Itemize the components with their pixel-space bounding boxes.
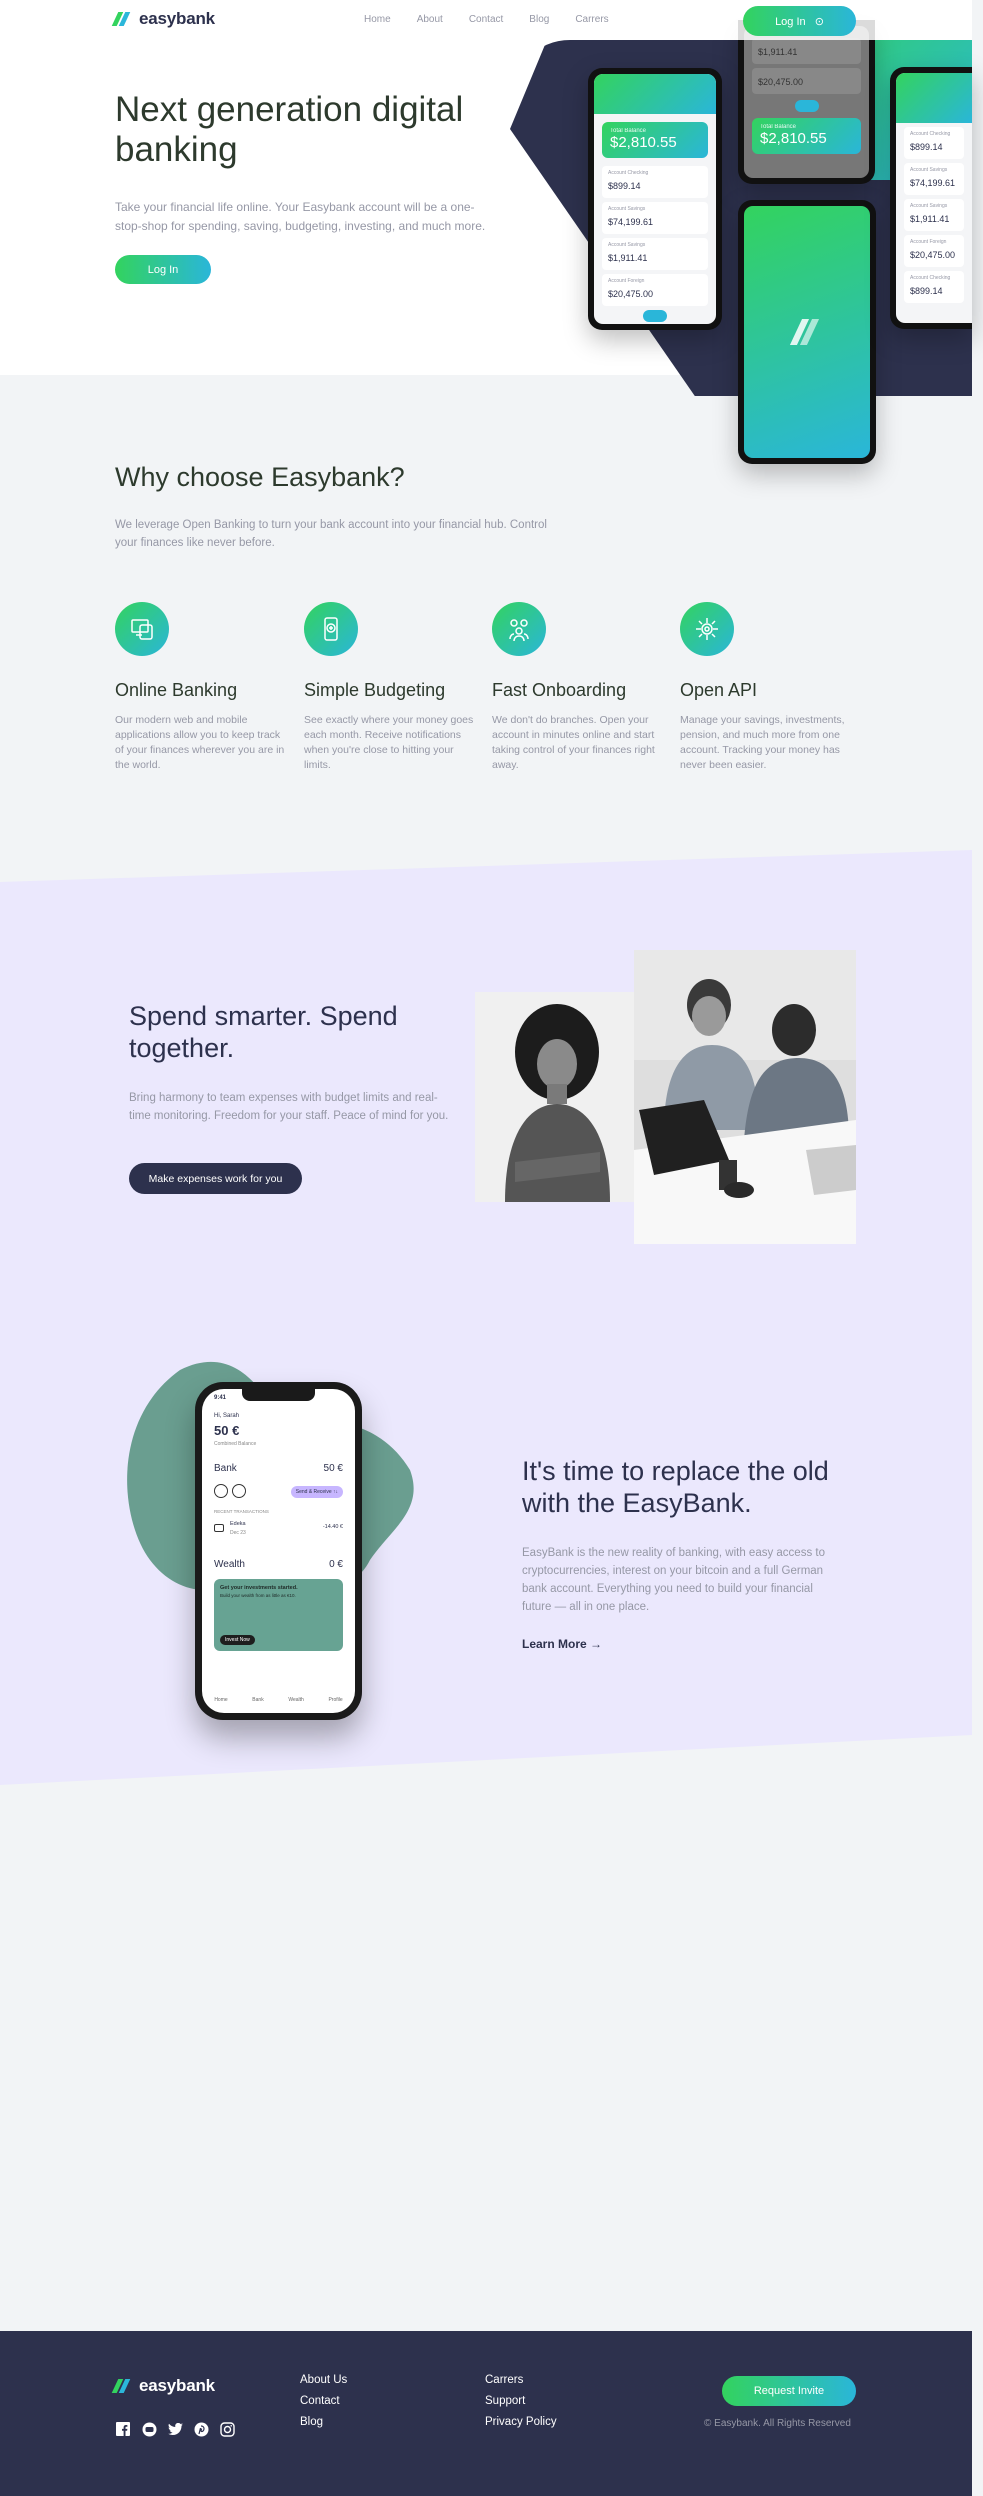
why-title: Why choose Easybank? (115, 462, 405, 492)
card-icon[interactable] (214, 1484, 228, 1498)
nav-carrers[interactable]: Carrers (575, 14, 608, 25)
logo-icon (111, 2379, 133, 2393)
tab-home[interactable]: Home (214, 1697, 227, 1703)
footer-privacy-link[interactable]: Privacy Policy (485, 2416, 557, 2428)
hero-login-button[interactable]: Log In (115, 255, 211, 284)
footer-blog-link[interactable]: Blog (300, 2416, 347, 2428)
footer-about-link[interactable]: About Us (300, 2374, 347, 2386)
more-icon[interactable] (232, 1484, 246, 1498)
nav-home[interactable]: Home (364, 14, 391, 25)
header-login-button[interactable]: Log In ⊙ (743, 6, 856, 36)
footer-contact-link[interactable]: Contact (300, 2395, 347, 2407)
hero-description: Take your financial life online. Your Ea… (115, 200, 486, 233)
footer-carrers-link[interactable]: Carrers (485, 2374, 557, 2386)
feature-open-api: Open API Manage your savings, investment… (680, 602, 855, 773)
footer-logo[interactable]: easybank (111, 2376, 215, 2396)
footer-links-1: About Us Contact Blog (300, 2374, 347, 2428)
mockup-phone-right: Account Checking $899.14 Account Savings $… (890, 67, 972, 329)
social-links (115, 2421, 235, 2437)
replace-description: EasyBank is the new reality of banking, … (522, 1547, 825, 1613)
footer-support-link[interactable]: Support (485, 2395, 557, 2407)
team-meeting-photo (634, 950, 856, 1244)
shop-icon (214, 1524, 224, 1532)
brand-logo[interactable]: easybank (111, 9, 215, 29)
api-icon (680, 602, 734, 656)
request-invite-button[interactable]: Request Invite (722, 2376, 856, 2406)
feature-online-banking: Online Banking Our modern web and mobile… (115, 602, 290, 773)
send-receive-button[interactable]: Send & Receive ↑↓ (290, 1486, 343, 1498)
nav-contact[interactable]: Contact (469, 14, 503, 25)
facebook-icon[interactable] (115, 2421, 131, 2437)
feature-simple-budgeting: Simple Budgeting See exactly where your … (304, 602, 479, 773)
invest-now-button[interactable]: Invest Now (220, 1635, 255, 1645)
twitter-icon[interactable] (167, 2421, 183, 2437)
login-arrow-icon: ⊙ (814, 15, 824, 28)
tab-profile[interactable]: Profile (328, 1697, 342, 1703)
budgeting-icon (304, 602, 358, 656)
spend-title: Spend smarter. Spend together. (129, 1001, 398, 1063)
why-description: We leverage Open Banking to turn your ba… (115, 519, 547, 549)
tab-bank[interactable]: Bank (252, 1697, 263, 1703)
pinterest-icon[interactable] (193, 2421, 209, 2437)
main-nav: Home About Contact Blog Carrers (364, 14, 609, 25)
tab-wealth[interactable]: Wealth (288, 1697, 303, 1703)
hero-title: Next generation digital banking (115, 90, 464, 169)
site-header: easybank Home About Contact Blog Carrers… (0, 0, 972, 40)
app-logo-icon (789, 319, 822, 345)
footer-links-2: Carrers Support Privacy Policy (485, 2374, 557, 2428)
spend-description: Bring harmony to team expenses with budg… (129, 1092, 449, 1122)
learn-more-link[interactable]: Learn More → (522, 1637, 602, 1651)
mockup-phone-center (738, 200, 876, 464)
smiling-woman-photo (475, 992, 635, 1202)
mockup-phone-mid: $1,911.41 $20,475.00 Total Balance $2,810… (738, 20, 875, 184)
nav-blog[interactable]: Blog (529, 14, 549, 25)
logo-icon (111, 12, 133, 26)
app-tab-bar: Home Bank Wealth Profile (202, 1697, 355, 1703)
mockup-phone-left: Total Balance $2,810.55 Account Checking $… (588, 68, 722, 330)
wealth-card: Get your investments started. Build your… (214, 1579, 343, 1651)
online-banking-icon (115, 602, 169, 656)
replace-title: It's time to replace the old with the Ea… (522, 1456, 829, 1518)
youtube-icon[interactable] (141, 2421, 157, 2437)
app-phone-mockup: 9:41 Hi, Sarah 50 € Combined Balance Ban… (195, 1382, 362, 1720)
site-footer: easybank About Us Contact Blog Carrers S… (0, 2331, 972, 2496)
instagram-icon[interactable] (219, 2421, 235, 2437)
feature-fast-onboarding: Fast Onboarding We don't do branches. Op… (492, 602, 667, 773)
onboarding-icon (492, 602, 546, 656)
expenses-cta-button[interactable]: Make expenses work for you (129, 1163, 302, 1194)
nav-about[interactable]: About (417, 14, 443, 25)
copyright-text: © Easybank. All Rights Reserved (704, 2418, 851, 2429)
